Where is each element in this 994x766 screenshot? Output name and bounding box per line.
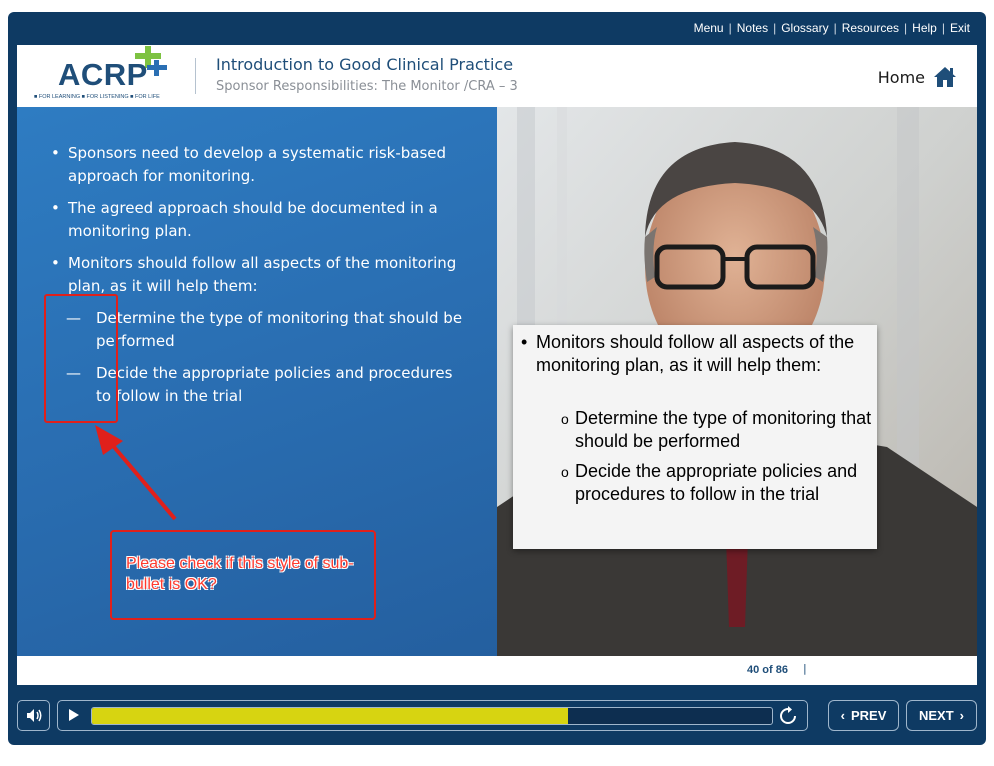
page-separator: |: [803, 662, 807, 675]
annotation-highlight-box: [44, 294, 118, 423]
nav-glossary[interactable]: Glossary: [781, 21, 828, 35]
home-icon: [934, 67, 956, 87]
home-button[interactable]: Home: [878, 66, 957, 88]
chevron-left-icon: ‹: [840, 708, 845, 723]
volume-button[interactable]: [17, 700, 50, 731]
logo-tagline: ■ FOR LEARNING ■ FOR LISTENING ■ FOR LIF…: [34, 94, 160, 100]
callout-sub-bullet: o Determine the type of monitoring that …: [561, 408, 872, 451]
acrp-logo: ACRP ■ FOR LEARNING ■ FOR LISTENING ■ FO…: [32, 45, 182, 107]
slide-subtitle: Sponsor Responsibilities: The Monitor /C…: [216, 79, 518, 94]
review-note-text: Please check if this style of sub-bullet…: [126, 555, 354, 593]
course-header: ACRP ■ FOR LEARNING ■ FOR LISTENING ■ FO…: [17, 45, 977, 107]
progress-bar[interactable]: [91, 707, 773, 725]
slide-footer: 40 of 86 |: [17, 656, 977, 685]
callout-sub-bullet: o Decide the appropriate policies and pr…: [561, 461, 858, 504]
top-nav: Menu | Notes | Glossary | Resources | He…: [693, 21, 970, 35]
next-button[interactable]: NEXT ›: [906, 700, 977, 731]
text-callout: • Monitors should follow all aspects of …: [513, 325, 877, 549]
nav-exit[interactable]: Exit: [950, 21, 970, 35]
annotation-arrow-icon: [95, 425, 177, 521]
nav-menu[interactable]: Menu: [694, 21, 724, 35]
nav-help[interactable]: Help: [912, 21, 937, 35]
review-note: Please check if this style of sub-bullet…: [110, 530, 376, 620]
progress-fill: [92, 708, 568, 724]
logo-text: ACRP: [58, 57, 148, 92]
header-divider: [195, 58, 196, 94]
home-label: Home: [877, 67, 925, 87]
volume-icon: [27, 709, 42, 722]
callout-bullet: • Monitors should follow all aspects of …: [521, 332, 855, 375]
replay-icon[interactable]: [778, 706, 798, 726]
chevron-right-icon: ›: [959, 708, 964, 723]
slide-content: • Sponsors need to develop a systematic r…: [17, 107, 977, 656]
text-panel: • Sponsors need to develop a systematic r…: [17, 107, 497, 656]
bullet-item: • The agreed approach should be documente…: [51, 199, 438, 240]
bullet-item: • Sponsors need to develop a systematic r…: [51, 144, 447, 185]
bullet-item: • Monitors should follow all aspects of t…: [51, 254, 457, 295]
play-icon[interactable]: [66, 707, 82, 723]
prev-button[interactable]: ‹ PREV: [828, 700, 899, 731]
page-counter: 40 of 86: [747, 664, 788, 676]
nav-resources[interactable]: Resources: [842, 21, 899, 35]
nav-notes[interactable]: Notes: [737, 21, 768, 35]
course-title: Introduction to Good Clinical Practice: [216, 55, 514, 74]
